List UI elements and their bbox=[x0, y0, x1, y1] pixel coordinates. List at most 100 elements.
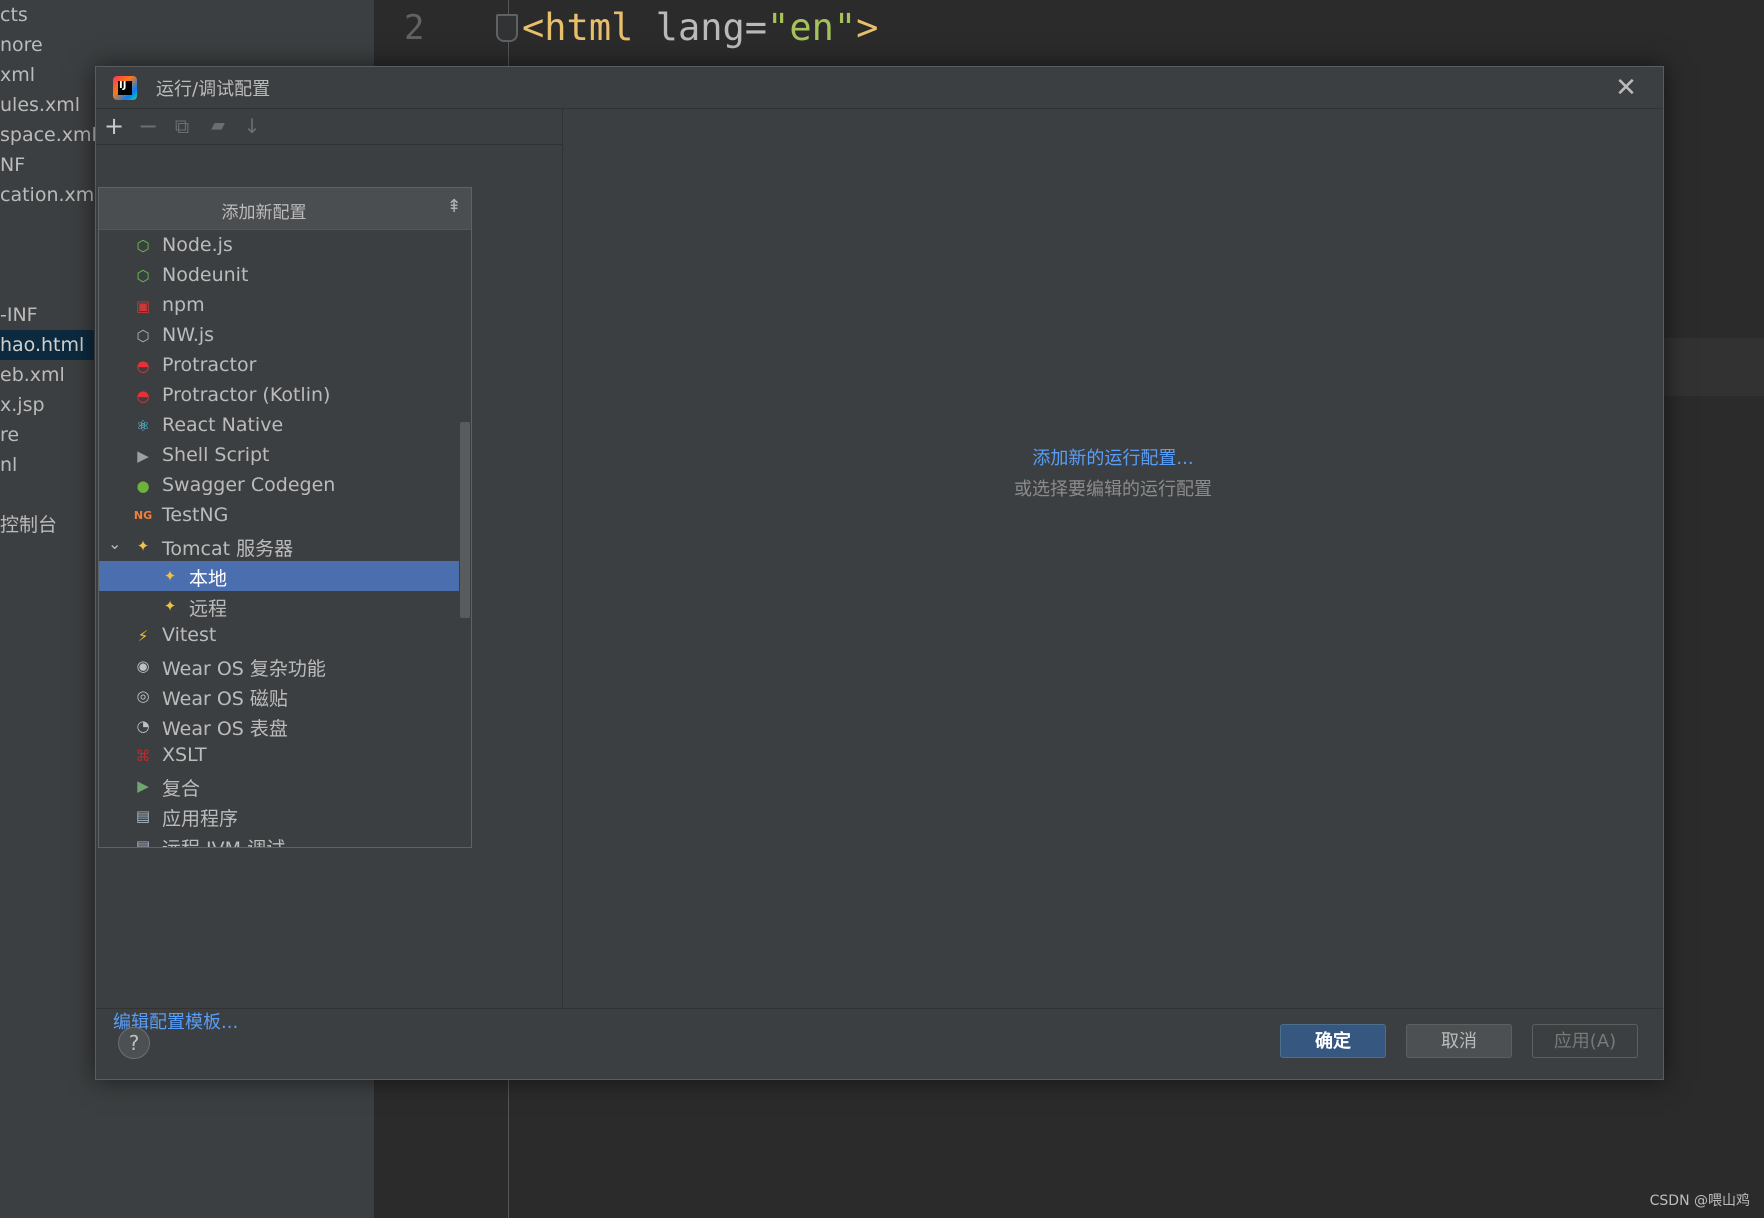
wear-os-tile-icon: ◎ bbox=[136, 687, 150, 705]
config-type-label: React Native bbox=[162, 414, 284, 436]
project-tree-item[interactable]: x.jsp bbox=[0, 390, 45, 420]
compound-icon: ▶ bbox=[137, 777, 149, 795]
code-line: <html lang="en"> bbox=[522, 6, 878, 49]
config-type-label: Vitest bbox=[162, 624, 217, 646]
config-type-item[interactable]: ◎ Wear OS 磁贴 bbox=[99, 681, 459, 711]
config-type-item[interactable]: ⬡ Nodeunit bbox=[99, 261, 459, 291]
config-type-item[interactable]: ▶ 复合 bbox=[99, 771, 459, 801]
config-type-label: 远程 bbox=[189, 598, 228, 620]
fold-icon[interactable] bbox=[496, 14, 518, 42]
project-tree-item[interactable]: cation.xml bbox=[0, 180, 100, 210]
config-type-item[interactable]: ⬡ Node.js bbox=[99, 231, 459, 261]
project-tree-item[interactable]: NF bbox=[0, 150, 25, 180]
collapse-all-icon[interactable]: ⇞ bbox=[443, 194, 465, 220]
testng-icon: NG bbox=[133, 509, 153, 522]
config-type-list: ⬡ Node.js ⬡ Nodeunit ▣ npm ⬡ NW.js ◓ Protractor ◓ P… bbox=[99, 229, 471, 847]
config-type-item[interactable]: ● Swagger Codegen bbox=[99, 471, 459, 501]
project-tree-item[interactable]: nore bbox=[0, 30, 43, 60]
config-tree-pane: + − ⧉ ▰ ↓ 添加新配置 ⇞ ⬡ Node.js ⬡ Nodeunit ▣ npm ⬡… bbox=[96, 108, 563, 1033]
add-new-config-popup: 添加新配置 ⇞ ⬡ Node.js ⬡ Nodeunit ▣ npm ⬡ NW.js ◓ Prot… bbox=[98, 187, 472, 848]
select-config-hint: 或选择要编辑的运行配置 bbox=[1014, 479, 1212, 500]
wear-os-watchface-icon: ◔ bbox=[136, 717, 150, 735]
copy-config-button[interactable]: ⧉ bbox=[168, 112, 196, 140]
tomcat-remote-icon: ✦ bbox=[163, 597, 177, 615]
ok-button[interactable]: 确定 bbox=[1280, 1024, 1386, 1058]
project-tree-item[interactable]: eb.xml bbox=[0, 360, 65, 390]
config-type-item[interactable]: ▤ 远程 JVM 调试 bbox=[99, 831, 459, 847]
config-type-item[interactable]: ◔ Wear OS 表盘 bbox=[99, 711, 459, 741]
add-config-button[interactable]: + bbox=[100, 112, 128, 140]
config-type-label: Wear OS 表盘 bbox=[162, 718, 288, 740]
react-icon: ⚛ bbox=[136, 417, 150, 435]
code-tag: html bbox=[544, 6, 634, 49]
config-toolbar: + − ⧉ ▰ ↓ bbox=[96, 108, 562, 145]
config-type-label: npm bbox=[162, 294, 205, 316]
nodeunit-icon: ⬡ bbox=[136, 267, 150, 285]
protractor-kotlin-icon: ◓ bbox=[136, 387, 150, 405]
config-type-label: NW.js bbox=[162, 324, 215, 346]
config-type-label: Wear OS 复杂功能 bbox=[162, 658, 326, 680]
popup-scrollbar[interactable] bbox=[458, 229, 470, 847]
config-type-item[interactable]: ◉ Wear OS 复杂功能 bbox=[99, 651, 459, 681]
apply-button[interactable]: 应用(A) bbox=[1532, 1024, 1638, 1058]
config-type-item[interactable]: ◓ Protractor (Kotlin) bbox=[99, 381, 459, 411]
project-tree-item[interactable]: xml bbox=[0, 60, 35, 90]
popup-title: 添加新配置 bbox=[221, 203, 307, 223]
cancel-button[interactable]: 取消 bbox=[1406, 1024, 1512, 1058]
config-type-label: Shell Script bbox=[162, 444, 270, 466]
config-type-label: 本地 bbox=[189, 568, 228, 590]
nodejs-icon: ⬡ bbox=[136, 237, 150, 255]
nwjs-icon: ⬡ bbox=[136, 327, 150, 345]
config-type-item[interactable]: ⌘ XSLT bbox=[99, 741, 459, 771]
config-type-item[interactable]: NG TestNG bbox=[99, 501, 459, 531]
application-icon: ▤ bbox=[135, 807, 151, 825]
remove-config-button[interactable]: − bbox=[134, 112, 162, 140]
config-type-label: Tomcat 服务器 bbox=[162, 538, 294, 560]
config-type-label: Wear OS 磁贴 bbox=[162, 688, 288, 710]
config-type-label: Node.js bbox=[162, 234, 233, 256]
editor-caret-row bbox=[1662, 338, 1764, 396]
folder-button[interactable]: ▰ bbox=[204, 112, 232, 140]
project-tree-item[interactable]: re bbox=[0, 420, 19, 450]
close-button[interactable]: ✕ bbox=[1611, 73, 1641, 103]
project-tree-item[interactable]: hao.html bbox=[0, 330, 94, 360]
config-type-item[interactable]: ⌄ ✦ Tomcat 服务器 bbox=[99, 531, 459, 561]
help-button[interactable]: ? bbox=[118, 1027, 150, 1059]
intellij-logo-icon: IJ bbox=[113, 76, 137, 100]
shell-script-icon: ▶ bbox=[137, 447, 149, 465]
project-tree-item[interactable]: ules.xml bbox=[0, 90, 80, 120]
config-type-item[interactable]: ⬡ NW.js bbox=[99, 321, 459, 351]
config-type-item[interactable]: ▤ 应用程序 bbox=[99, 801, 459, 831]
scrollbar-thumb[interactable] bbox=[460, 422, 470, 618]
vitest-icon: ⚡ bbox=[137, 627, 149, 645]
config-type-item[interactable]: ⚡ Vitest bbox=[99, 621, 459, 651]
config-type-label: TestNG bbox=[162, 504, 229, 526]
config-type-label: Protractor bbox=[162, 354, 257, 376]
project-tree-item[interactable]: cts bbox=[0, 0, 28, 30]
tomcat-local-icon: ✦ bbox=[163, 567, 177, 585]
config-type-item[interactable]: ✦ 本地 bbox=[99, 561, 459, 591]
project-tree-item[interactable]: 控制台 bbox=[0, 510, 57, 540]
chevron-down-icon[interactable]: ⌄ bbox=[108, 534, 121, 553]
config-type-item[interactable]: ◓ Protractor bbox=[99, 351, 459, 381]
watermark: CSDN @喂山鸡 bbox=[1649, 1193, 1750, 1209]
project-tree-item[interactable]: nl bbox=[0, 450, 17, 480]
swagger-icon: ● bbox=[136, 477, 150, 495]
config-type-label: Swagger Codegen bbox=[162, 474, 336, 496]
config-type-item[interactable]: ⚛ React Native bbox=[99, 411, 459, 441]
add-new-run-config-link[interactable]: 添加新的运行配置... bbox=[563, 444, 1663, 470]
project-tree-item[interactable]: -INF bbox=[0, 300, 38, 330]
config-type-item[interactable]: ▣ npm bbox=[99, 291, 459, 321]
config-type-label: Protractor (Kotlin) bbox=[162, 384, 331, 406]
project-tree-item[interactable]: space.xml bbox=[0, 120, 97, 150]
remote-jvm-debug-icon: ▤ bbox=[135, 837, 151, 847]
wear-os-complication-icon: ◉ bbox=[136, 657, 150, 675]
dialog-title-bar: IJ 运行/调试配置 ✕ bbox=[96, 67, 1663, 109]
sort-button[interactable]: ↓ bbox=[238, 112, 266, 140]
line-number: 2 bbox=[404, 8, 425, 48]
config-type-label: Nodeunit bbox=[162, 264, 249, 286]
code-bracket-close: > bbox=[856, 6, 879, 49]
config-type-item[interactable]: ▶ Shell Script bbox=[99, 441, 459, 471]
config-detail-pane: 添加新的运行配置... 或选择要编辑的运行配置 bbox=[563, 108, 1663, 1008]
config-type-item[interactable]: ✦ 远程 bbox=[99, 591, 459, 621]
